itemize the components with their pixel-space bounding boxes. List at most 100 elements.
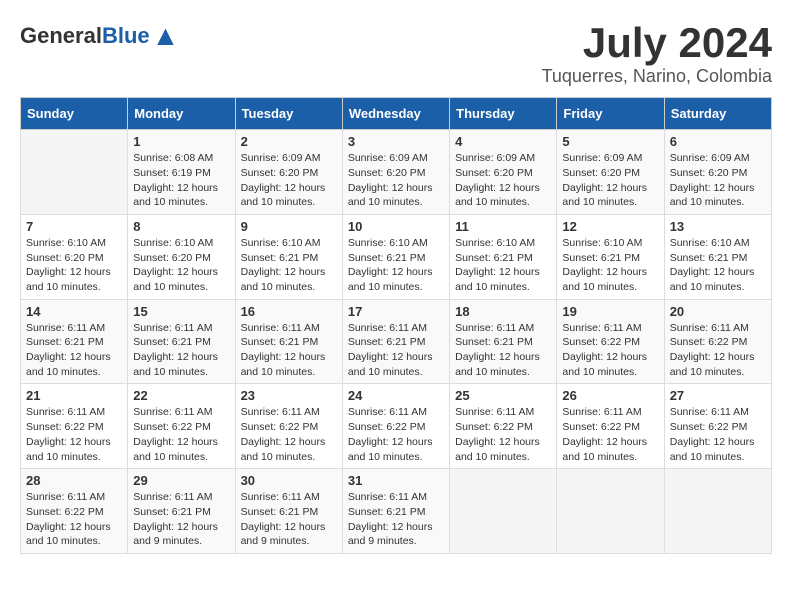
day-info: Sunrise: 6:11 AM Sunset: 6:22 PM Dayligh…	[133, 405, 229, 464]
page-header: General Blue ▲ July 2024 Tuquerres, Nari…	[20, 20, 772, 87]
calendar-cell: 22 Sunrise: 6:11 AM Sunset: 6:22 PM Dayli…	[128, 384, 235, 469]
day-number: 20	[670, 304, 766, 319]
day-number: 11	[455, 219, 551, 234]
day-info: Sunrise: 6:11 AM Sunset: 6:22 PM Dayligh…	[562, 405, 658, 464]
calendar-cell	[557, 469, 664, 554]
day-info: Sunrise: 6:11 AM Sunset: 6:22 PM Dayligh…	[455, 405, 551, 464]
day-number: 7	[26, 219, 122, 234]
day-info: Sunrise: 6:11 AM Sunset: 6:21 PM Dayligh…	[348, 490, 444, 549]
day-info: Sunrise: 6:11 AM Sunset: 6:22 PM Dayligh…	[348, 405, 444, 464]
col-thursday: Thursday	[450, 98, 557, 130]
calendar-week-row: 28 Sunrise: 6:11 AM Sunset: 6:22 PM Dayli…	[21, 469, 772, 554]
calendar-cell: 30 Sunrise: 6:11 AM Sunset: 6:21 PM Dayli…	[235, 469, 342, 554]
calendar-cell: 11 Sunrise: 6:10 AM Sunset: 6:21 PM Dayli…	[450, 214, 557, 299]
calendar-cell: 27 Sunrise: 6:11 AM Sunset: 6:22 PM Dayli…	[664, 384, 771, 469]
month-title: July 2024	[542, 20, 772, 66]
day-number: 18	[455, 304, 551, 319]
day-info: Sunrise: 6:10 AM Sunset: 6:20 PM Dayligh…	[133, 236, 229, 295]
logo-blue-text: Blue	[102, 23, 150, 49]
day-info: Sunrise: 6:10 AM Sunset: 6:21 PM Dayligh…	[241, 236, 337, 295]
calendar-cell: 2Sunrise: 6:09 AM Sunset: 6:20 PM Daylig…	[235, 130, 342, 215]
day-info: Sunrise: 6:11 AM Sunset: 6:21 PM Dayligh…	[133, 321, 229, 380]
calendar-cell: 16Sunrise: 6:11 AM Sunset: 6:21 PM Dayli…	[235, 299, 342, 384]
day-number: 28	[26, 473, 122, 488]
day-number: 8	[133, 219, 229, 234]
calendar-cell: 12 Sunrise: 6:10 AM Sunset: 6:21 PM Dayli…	[557, 214, 664, 299]
calendar-cell	[450, 469, 557, 554]
calendar-cell: 6Sunrise: 6:09 AM Sunset: 6:20 PM Daylig…	[664, 130, 771, 215]
col-tuesday: Tuesday	[235, 98, 342, 130]
day-info: Sunrise: 6:11 AM Sunset: 6:22 PM Dayligh…	[26, 405, 122, 464]
title-block: July 2024 Tuquerres, Narino, Colombia	[542, 20, 772, 87]
calendar-cell: 24 Sunrise: 6:11 AM Sunset: 6:22 PM Dayli…	[342, 384, 449, 469]
day-info: Sunrise: 6:10 AM Sunset: 6:21 PM Dayligh…	[348, 236, 444, 295]
calendar-cell: 10 Sunrise: 6:10 AM Sunset: 6:21 PM Dayli…	[342, 214, 449, 299]
calendar-cell: 21 Sunrise: 6:11 AM Sunset: 6:22 PM Dayli…	[21, 384, 128, 469]
calendar-header-row: Sunday Monday Tuesday Wednesday Thursday…	[21, 98, 772, 130]
col-monday: Monday	[128, 98, 235, 130]
calendar-cell: 15 Sunrise: 6:11 AM Sunset: 6:21 PM Dayli…	[128, 299, 235, 384]
col-saturday: Saturday	[664, 98, 771, 130]
day-number: 27	[670, 388, 766, 403]
day-info: Sunrise: 6:11 AM Sunset: 6:21 PM Dayligh…	[241, 490, 337, 549]
day-number: 16	[241, 304, 337, 319]
calendar-cell: 25 Sunrise: 6:11 AM Sunset: 6:22 PM Dayli…	[450, 384, 557, 469]
day-number: 9	[241, 219, 337, 234]
col-sunday: Sunday	[21, 98, 128, 130]
day-number: 2	[241, 134, 337, 149]
day-number: 31	[348, 473, 444, 488]
day-number: 25	[455, 388, 551, 403]
calendar-cell: 14 Sunrise: 6:11 AM Sunset: 6:21 PM Dayli…	[21, 299, 128, 384]
logo-general-text: General	[20, 23, 102, 49]
day-number: 23	[241, 388, 337, 403]
day-number: 26	[562, 388, 658, 403]
day-info: Sunrise: 6:08 AM Sunset: 6:19 PM Dayligh…	[133, 151, 229, 210]
calendar-cell: 17Sunrise: 6:11 AM Sunset: 6:21 PM Dayli…	[342, 299, 449, 384]
day-number: 3	[348, 134, 444, 149]
calendar-cell: 20Sunrise: 6:11 AM Sunset: 6:22 PM Dayli…	[664, 299, 771, 384]
calendar-cell: 23Sunrise: 6:11 AM Sunset: 6:22 PM Dayli…	[235, 384, 342, 469]
day-number: 13	[670, 219, 766, 234]
calendar-cell	[21, 130, 128, 215]
day-number: 30	[241, 473, 337, 488]
calendar-week-row: 1 Sunrise: 6:08 AM Sunset: 6:19 PM Daylig…	[21, 130, 772, 215]
day-number: 29	[133, 473, 229, 488]
day-number: 19	[562, 304, 658, 319]
day-info: Sunrise: 6:10 AM Sunset: 6:21 PM Dayligh…	[562, 236, 658, 295]
day-number: 14	[26, 304, 122, 319]
calendar-cell: 3Sunrise: 6:09 AM Sunset: 6:20 PM Daylig…	[342, 130, 449, 215]
calendar-cell	[664, 469, 771, 554]
col-friday: Friday	[557, 98, 664, 130]
day-number: 15	[133, 304, 229, 319]
calendar-cell: 28 Sunrise: 6:11 AM Sunset: 6:22 PM Dayli…	[21, 469, 128, 554]
calendar-cell: 8 Sunrise: 6:10 AM Sunset: 6:20 PM Daylig…	[128, 214, 235, 299]
day-number: 22	[133, 388, 229, 403]
day-number: 4	[455, 134, 551, 149]
logo: General Blue ▲	[20, 20, 179, 52]
day-info: Sunrise: 6:11 AM Sunset: 6:22 PM Dayligh…	[562, 321, 658, 380]
calendar-cell: 9 Sunrise: 6:10 AM Sunset: 6:21 PM Daylig…	[235, 214, 342, 299]
day-number: 21	[26, 388, 122, 403]
day-number: 1	[133, 134, 229, 149]
calendar-cell: 7Sunrise: 6:10 AM Sunset: 6:20 PM Daylig…	[21, 214, 128, 299]
day-number: 10	[348, 219, 444, 234]
day-info: Sunrise: 6:09 AM Sunset: 6:20 PM Dayligh…	[455, 151, 551, 210]
day-info: Sunrise: 6:11 AM Sunset: 6:21 PM Dayligh…	[455, 321, 551, 380]
col-wednesday: Wednesday	[342, 98, 449, 130]
day-number: 5	[562, 134, 658, 149]
day-number: 24	[348, 388, 444, 403]
calendar-week-row: 14 Sunrise: 6:11 AM Sunset: 6:21 PM Dayli…	[21, 299, 772, 384]
calendar-table: Sunday Monday Tuesday Wednesday Thursday…	[20, 97, 772, 554]
calendar-cell: 29Sunrise: 6:11 AM Sunset: 6:21 PM Dayli…	[128, 469, 235, 554]
day-info: Sunrise: 6:11 AM Sunset: 6:22 PM Dayligh…	[670, 405, 766, 464]
day-info: Sunrise: 6:10 AM Sunset: 6:21 PM Dayligh…	[455, 236, 551, 295]
calendar-cell: 4 Sunrise: 6:09 AM Sunset: 6:20 PM Daylig…	[450, 130, 557, 215]
calendar-cell: 18 Sunrise: 6:11 AM Sunset: 6:21 PM Dayli…	[450, 299, 557, 384]
calendar-cell: 13 Sunrise: 6:10 AM Sunset: 6:21 PM Dayli…	[664, 214, 771, 299]
day-number: 12	[562, 219, 658, 234]
day-info: Sunrise: 6:09 AM Sunset: 6:20 PM Dayligh…	[562, 151, 658, 210]
location-subtitle: Tuquerres, Narino, Colombia	[542, 66, 772, 87]
day-info: Sunrise: 6:11 AM Sunset: 6:22 PM Dayligh…	[26, 490, 122, 549]
day-info: Sunrise: 6:11 AM Sunset: 6:21 PM Dayligh…	[26, 321, 122, 380]
day-info: Sunrise: 6:10 AM Sunset: 6:21 PM Dayligh…	[670, 236, 766, 295]
